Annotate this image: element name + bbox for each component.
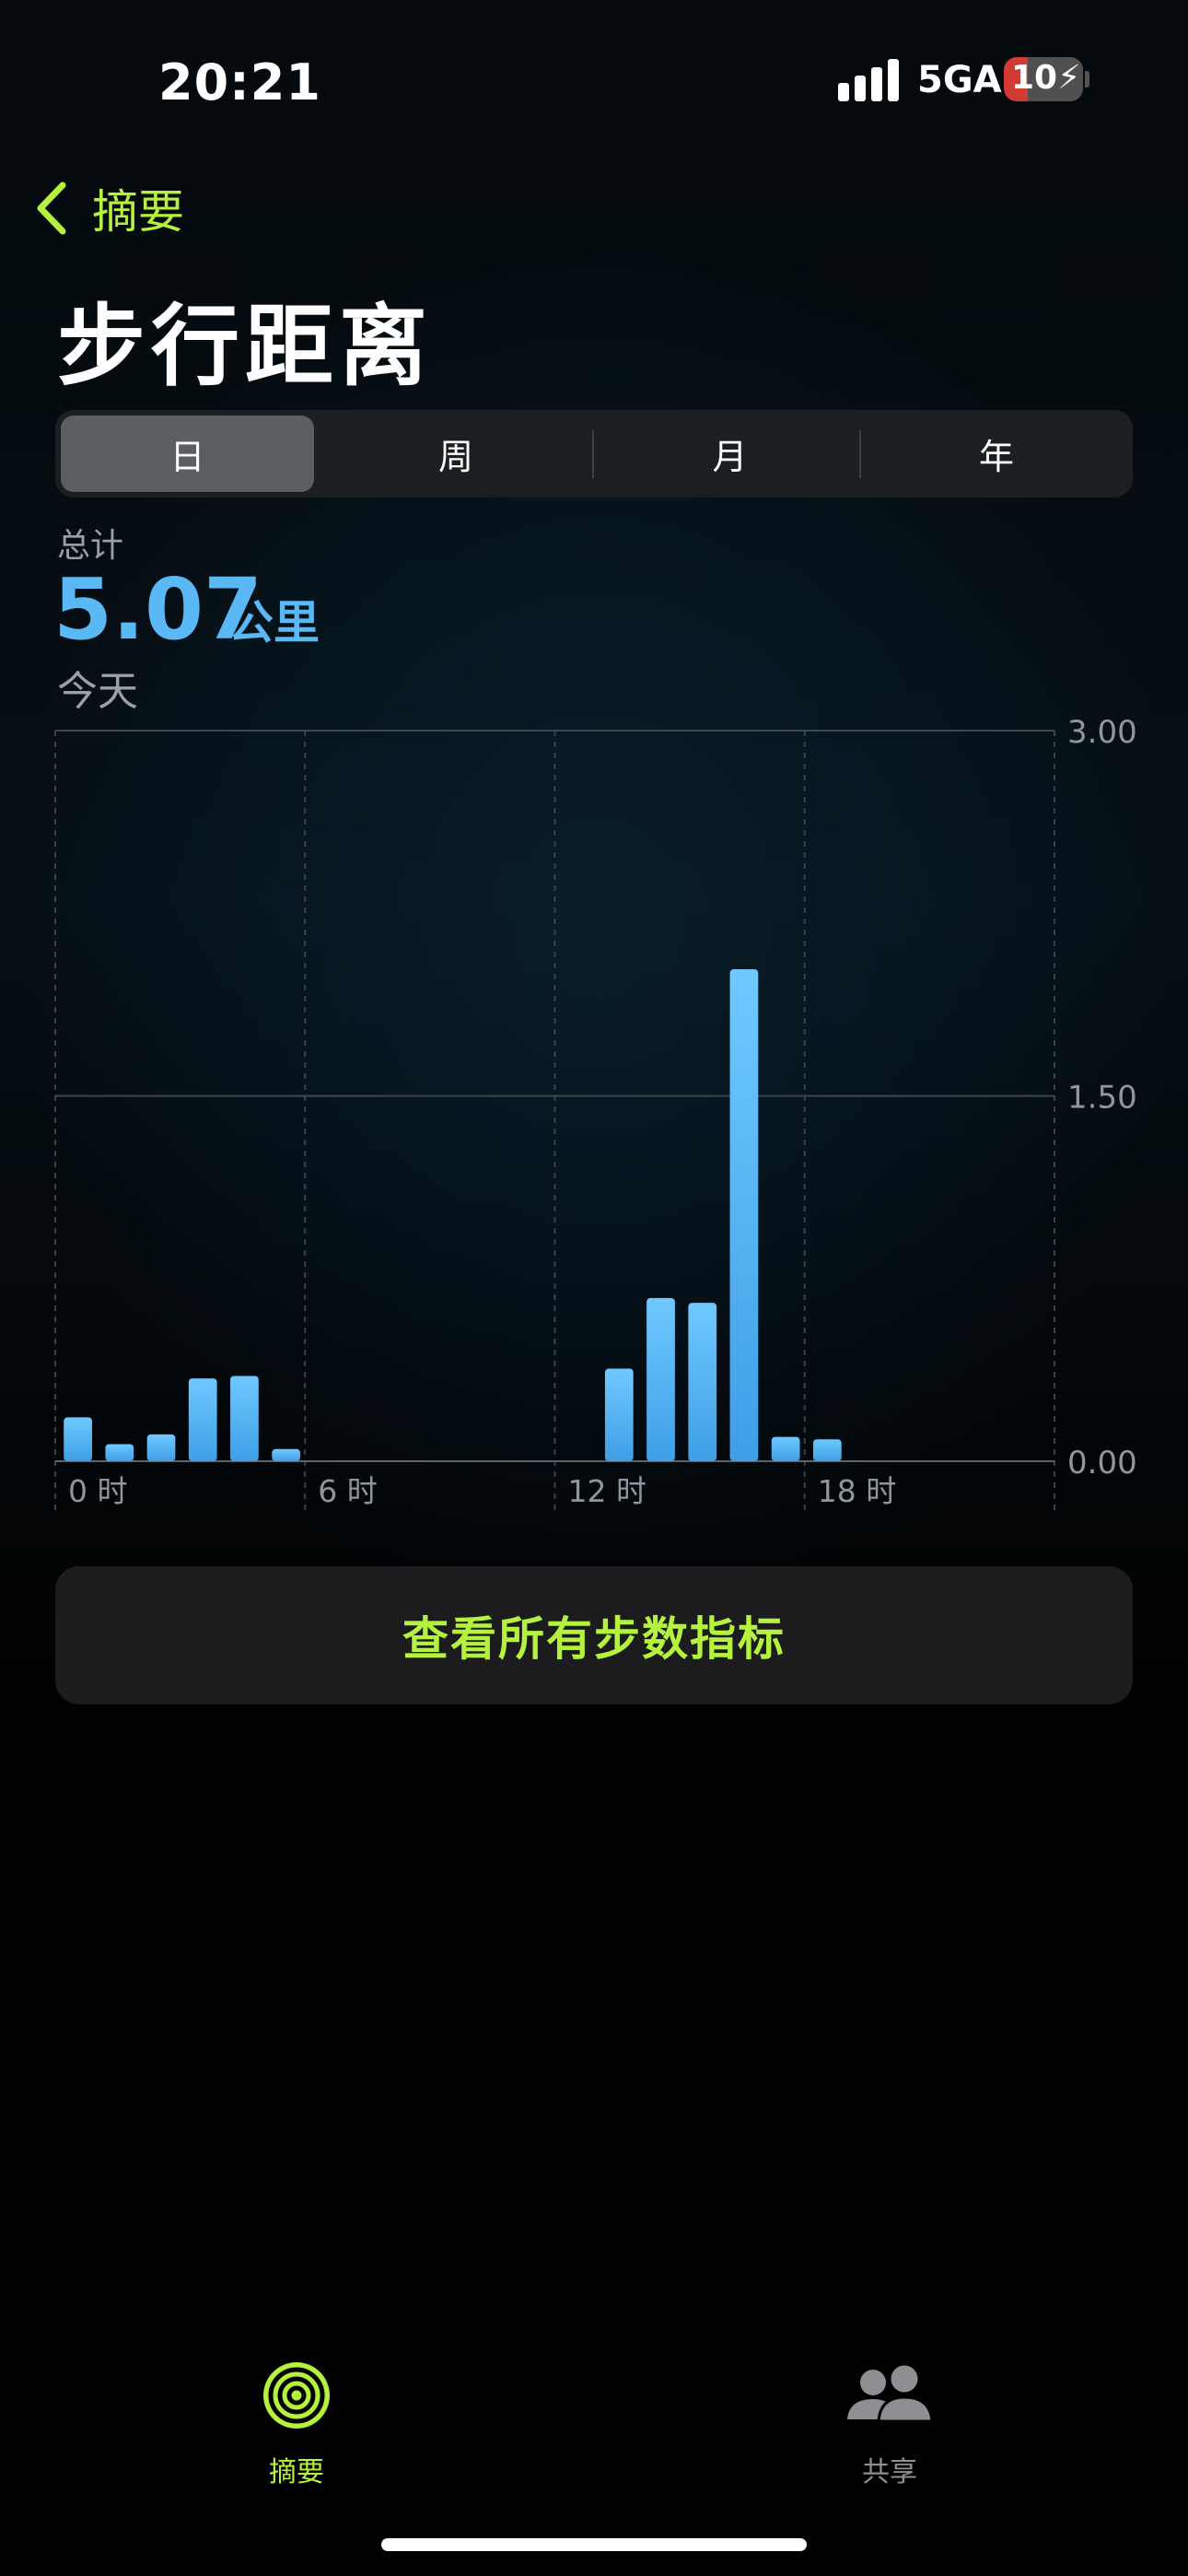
chart-bar[interactable] [771, 1436, 800, 1461]
tab-sharing-label: 共享 [862, 2456, 917, 2488]
total-unit: 公里 [227, 596, 320, 650]
chart-bar[interactable] [230, 1376, 259, 1461]
view-all-step-metrics-button[interactable]: 查看所有步数指标 [55, 1566, 1133, 1704]
tab-sharing[interactable]: 共享 [788, 2359, 991, 2489]
chart-bar[interactable] [146, 1434, 176, 1461]
chart-bar[interactable] [105, 1444, 134, 1461]
period-label: 今天 [57, 668, 138, 715]
x-tick-label: 18 时 [818, 1473, 896, 1509]
period-segmented-control: 日 周 月 年 [55, 410, 1133, 498]
battery-level: 10 [1011, 59, 1058, 97]
chevron-left-icon [37, 181, 66, 235]
back-button[interactable]: 摘要 [33, 175, 184, 241]
tab-summary[interactable]: 摘要 [195, 2359, 398, 2489]
segment-week[interactable]: 周 [332, 416, 580, 492]
activity-rings-icon [263, 2362, 330, 2429]
status-time: 20:21 [158, 53, 321, 111]
segment-year[interactable]: 年 [866, 416, 1127, 492]
x-tick-label: 0 时 [68, 1473, 128, 1509]
battery-icon: 10⚡ [1004, 57, 1083, 101]
distance-bar-chart[interactable]: 0.00 1.50 3.00 0 时 6 时 12 时 18 时 [0, 719, 1188, 1529]
charging-bolt-icon: ⚡ [1057, 59, 1081, 97]
chart-bar[interactable] [604, 1368, 634, 1461]
segment-month[interactable]: 月 [599, 416, 861, 492]
segment-divider [592, 430, 594, 478]
chart-bar[interactable] [729, 969, 759, 1461]
y-tick-label: 1.50 [1067, 1080, 1137, 1117]
chart-bar[interactable] [272, 1448, 301, 1461]
segment-day[interactable]: 日 [61, 416, 314, 492]
x-tick-label: 12 时 [568, 1473, 646, 1509]
chart-bar[interactable] [812, 1439, 842, 1461]
tab-summary-label: 摘要 [269, 2456, 324, 2488]
back-label: 摘要 [92, 185, 184, 239]
people-icon [847, 2362, 934, 2423]
segment-divider [859, 430, 861, 478]
chart-bar[interactable] [646, 1297, 675, 1461]
battery-cap [1085, 71, 1089, 88]
screen: 20:21 5GA 10⚡ 摘要 步行距离 日 周 月 年 总计 5.07 公里… [0, 0, 1188, 2576]
signal-icon [838, 59, 901, 101]
chart-bar[interactable] [688, 1303, 717, 1461]
y-tick-label: 3.00 [1067, 719, 1137, 751]
chart-bar[interactable] [188, 1378, 217, 1461]
home-indicator [381, 2538, 807, 2551]
x-tick-label: 6 时 [318, 1473, 378, 1509]
network-label: 5GA [917, 59, 1002, 101]
page-title: 步行距离 [57, 295, 433, 398]
y-tick-label: 0.00 [1067, 1445, 1137, 1481]
chart-bar[interactable] [64, 1417, 92, 1461]
